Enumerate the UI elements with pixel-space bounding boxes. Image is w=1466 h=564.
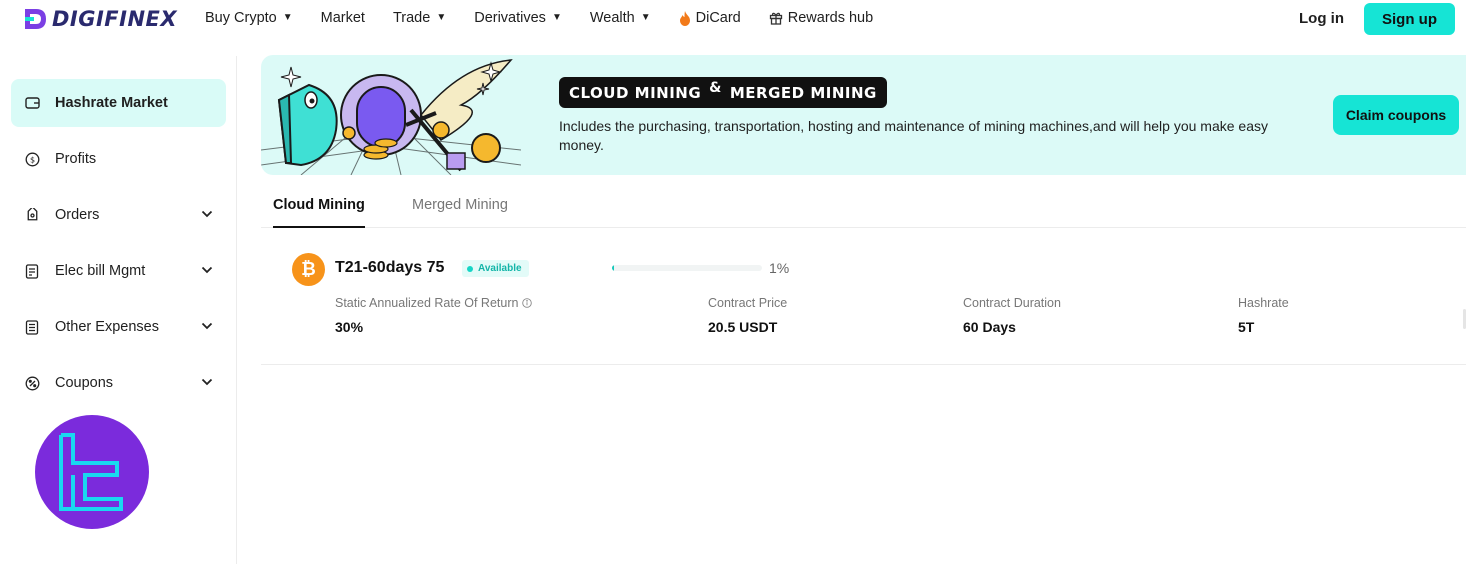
stat-value: 30% xyxy=(335,319,364,335)
caret-down-icon: ▼ xyxy=(282,11,293,23)
sidebar-item-orders[interactable]: Orders xyxy=(11,191,226,239)
digifinex-logo-icon xyxy=(25,9,46,29)
progress-fill xyxy=(612,265,615,271)
sidebar-item-label: Hashrate Market xyxy=(55,95,168,111)
nav-label: Buy Crypto xyxy=(205,10,277,26)
caret-down-icon: ▼ xyxy=(640,11,651,23)
stat-label: Contract Price xyxy=(708,296,788,310)
sidebar-item-hashrate-market[interactable]: Hashrate Market xyxy=(11,79,226,127)
nav-derivatives[interactable]: Derivatives ▼ xyxy=(474,10,562,26)
product-name[interactable]: T21-60days 75 xyxy=(335,259,444,277)
stat-contract-price: Contract Price 20.5 USDT xyxy=(708,296,787,335)
product-card[interactable]: ₿ T21-60days 75 Available 1% Static Annu… xyxy=(261,229,1466,365)
flame-icon xyxy=(679,10,691,26)
stat-value: 5T xyxy=(1238,319,1255,335)
main-nav: Buy Crypto ▼ Market Trade ▼ Derivatives … xyxy=(205,10,901,26)
banner-tag-amp: & xyxy=(709,79,722,96)
nav-market[interactable]: Market xyxy=(321,10,365,26)
stat-value: 20.5 USDT xyxy=(708,319,778,335)
sidebar-item-other-expenses[interactable]: Other Expenses xyxy=(11,303,226,351)
mining-tabs: Cloud Mining Merged Mining xyxy=(261,186,1466,228)
brand-badge-logo xyxy=(35,415,149,529)
banner-description: Includes the purchasing, transportation,… xyxy=(559,118,1268,153)
sidebar-item-elec-bill-mgmt[interactable]: Elec bill Mgmt xyxy=(11,247,226,295)
sidebar-item-label: Profits xyxy=(55,151,97,167)
sold-progress-bar xyxy=(612,265,762,271)
banner-heading-tag: CLOUD MINING & MERGED MINING xyxy=(559,77,887,108)
stat-label: Hashrate xyxy=(1238,296,1289,310)
tab-merged-mining[interactable]: Merged Mining xyxy=(412,197,508,213)
mining-illustration-icon xyxy=(261,59,521,175)
nav-label: Rewards hub xyxy=(787,10,874,26)
sidebar-item-label: Elec bill Mgmt xyxy=(55,263,146,279)
nav-buy-crypto[interactable]: Buy Crypto ▼ xyxy=(205,10,293,26)
nav-label: Derivatives xyxy=(474,10,546,26)
info-icon[interactable] xyxy=(522,298,533,308)
nav-label: DiCard xyxy=(695,10,741,26)
tag-icon xyxy=(24,207,40,223)
nav-trade[interactable]: Trade ▼ xyxy=(393,10,446,26)
nav-dicard[interactable]: DiCard xyxy=(679,10,741,26)
stat-label: Static Annualized Rate Of Return xyxy=(335,296,533,310)
progress-percent: 1% xyxy=(769,260,790,276)
chevron-down-icon xyxy=(201,322,213,330)
nav-label: Market xyxy=(320,10,365,26)
nav-label: Wealth xyxy=(589,10,635,26)
caret-down-icon: ▼ xyxy=(551,11,562,23)
claim-coupons-button[interactable]: Claim coupons xyxy=(1333,95,1459,135)
promo-banner: CLOUD MINING & MERGED MINING Includes th… xyxy=(261,55,1466,175)
caret-down-icon: ▼ xyxy=(436,11,447,23)
sidebar-item-profits[interactable]: $ Profits xyxy=(11,135,226,183)
login-link[interactable]: Log in xyxy=(1299,10,1344,27)
chevron-down-icon xyxy=(201,266,213,274)
gift-icon xyxy=(769,11,783,25)
top-navigation-bar: DIGIFINEX Buy Crypto ▼ Market Trade ▼ De… xyxy=(0,0,1466,38)
active-tab-underline xyxy=(273,226,365,228)
wallet-icon xyxy=(24,95,40,111)
status-label: Available xyxy=(478,263,522,274)
receipt-icon xyxy=(24,319,40,335)
status-badge: Available xyxy=(462,260,529,277)
banner-tag-left: CLOUD MINING xyxy=(569,83,702,102)
bill-icon xyxy=(24,263,40,279)
percent-icon xyxy=(24,375,40,391)
coin-icon: $ xyxy=(24,151,40,167)
sidebar-item-label: Orders xyxy=(55,207,100,223)
stat-annualized-return: Static Annualized Rate Of Return 30% xyxy=(335,296,533,335)
brand-name: DIGIFINEX xyxy=(52,7,178,31)
nav-rewards-hub[interactable]: Rewards hub xyxy=(769,10,873,26)
signup-button[interactable]: Sign up xyxy=(1364,3,1455,35)
stat-contract-duration: Contract Duration 60 Days xyxy=(963,296,1061,335)
stat-hashrate: Hashrate 5T xyxy=(1238,296,1289,335)
nav-wealth[interactable]: Wealth ▼ xyxy=(590,10,651,26)
nav-label: Trade xyxy=(392,10,431,26)
banner-tag-right: MERGED MINING xyxy=(729,83,877,102)
tab-cloud-mining[interactable]: Cloud Mining xyxy=(273,197,365,213)
stat-label-text: Static Annualized Rate Of Return xyxy=(335,296,519,310)
sidebar-item-label: Other Expenses xyxy=(55,319,159,335)
status-dot-icon xyxy=(467,265,473,272)
stat-label: Contract Duration xyxy=(963,296,1061,310)
svg-text:$: $ xyxy=(29,155,34,164)
sidebar-item-coupons[interactable]: Coupons xyxy=(11,359,226,407)
bitcoin-icon: ₿ xyxy=(292,253,325,286)
sidebar-item-label: Coupons xyxy=(55,375,114,391)
digifinex-logo[interactable]: DIGIFINEX xyxy=(22,6,177,32)
stat-value: 60 Days xyxy=(963,319,1016,335)
chevron-down-icon xyxy=(201,210,213,218)
chevron-down-icon xyxy=(201,378,213,386)
